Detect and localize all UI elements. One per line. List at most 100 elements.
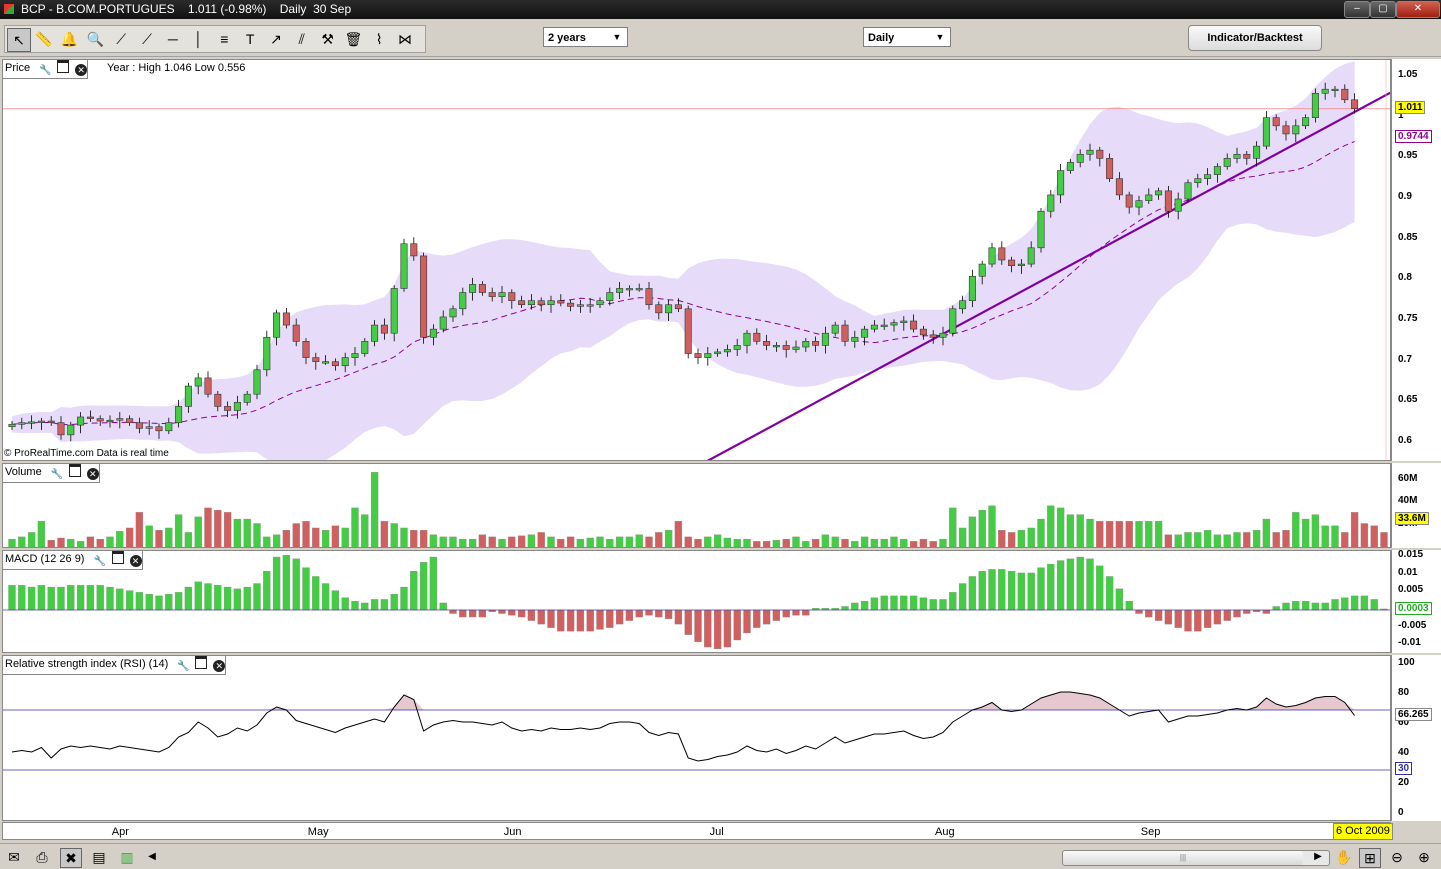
volume-bar	[615, 536, 624, 547]
wrench-icon[interactable]: 🔧	[51, 469, 63, 481]
volume-bar	[263, 536, 271, 547]
pattern-icon[interactable]: ⋈	[394, 28, 416, 50]
rsi-tick-label: 80	[1398, 687, 1410, 698]
candle	[253, 364, 261, 400]
volume-bar	[18, 536, 26, 547]
window-icon[interactable]	[195, 656, 208, 669]
interval-select[interactable]: Daily ▼	[863, 27, 951, 47]
text-icon[interactable]: T	[239, 28, 261, 50]
macd-bar	[723, 609, 732, 648]
macd-bar	[1145, 609, 1153, 618]
volume-bar	[27, 532, 36, 547]
wrench-icon[interactable]: 🔧	[94, 556, 106, 568]
macd-bar	[459, 609, 467, 618]
candle	[420, 252, 428, 344]
macd-panel[interactable]: MACD (12 26 9) 🔧 ✕	[2, 550, 1391, 653]
wrench-icon[interactable]: 🔧	[39, 65, 51, 77]
window-icon[interactable]	[68, 464, 81, 477]
macd-panel-header: MACD (12 26 9) 🔧 ✕	[3, 551, 143, 570]
volume-panel-header: Volume 🔧 ✕	[3, 464, 100, 483]
mail-icon[interactable]: ✉	[4, 848, 24, 866]
tools-icon[interactable]: ⚒	[317, 28, 339, 50]
volume-bar	[909, 541, 918, 547]
volume-bar	[1272, 532, 1280, 547]
macd-axis: 0.0150.010.0050-0.005-0.010.0003	[1391, 550, 1441, 653]
macd-bar	[1301, 601, 1310, 611]
crosshair-icon[interactable]: ✖	[60, 848, 82, 868]
ruler-icon[interactable]: 📏	[33, 28, 55, 50]
macd-bar	[929, 599, 937, 611]
minimize-button[interactable]: –	[1344, 1, 1370, 18]
scroll-left-icon[interactable]: ◀	[142, 848, 162, 866]
volume-bar	[645, 536, 653, 547]
macd-panel-title: MACD (12 26 9)	[5, 553, 85, 565]
volume-panel[interactable]: Volume 🔧 ✕	[2, 463, 1391, 548]
close-button[interactable]: ✕	[1396, 1, 1440, 18]
macd-bar	[949, 592, 957, 611]
rsi-panel[interactable]: Relative strength index (RSI) (14) 🔧 ✕	[2, 655, 1391, 821]
period-select[interactable]: 2 years ▼	[543, 27, 628, 47]
volume-bar	[204, 507, 212, 547]
macd-bar	[86, 585, 95, 611]
scrollbar-thumb[interactable]: |||	[1063, 851, 1303, 865]
macd-bar	[204, 583, 212, 611]
price-panel-header: Price 🔧 ✕	[3, 60, 89, 79]
volume-bar	[1380, 532, 1388, 547]
macd-bar	[890, 595, 898, 611]
fibonacci-icon[interactable]: ≡	[213, 28, 235, 50]
volume-bar	[351, 507, 359, 547]
volume-bar	[1007, 532, 1016, 547]
window-icon[interactable]	[111, 551, 124, 564]
close-icon[interactable]: ✕	[213, 660, 226, 672]
vertical-line-icon[interactable]: │	[188, 28, 210, 50]
macd-bar	[233, 588, 242, 611]
volume-tick-label: 60M	[1398, 473, 1418, 485]
close-icon[interactable]: ✕	[86, 468, 99, 480]
close-icon[interactable]: ✕	[129, 555, 142, 567]
indicator-icon[interactable]: ⌇	[368, 28, 390, 50]
hand-icon[interactable]: ✋	[1334, 848, 1354, 866]
trash-icon[interactable]: 🗑	[342, 28, 364, 50]
volume-bar	[1105, 521, 1114, 547]
volume-bar	[214, 509, 222, 547]
alert-bell-icon[interactable]: 🔔	[59, 28, 81, 50]
macd-bar	[1115, 588, 1124, 611]
maximize-button[interactable]: ▢	[1370, 1, 1396, 18]
macd-bar	[96, 585, 104, 611]
macd-bar	[37, 585, 46, 611]
macd-bar	[547, 609, 555, 628]
scroll-right-icon[interactable]: ▶	[1308, 848, 1328, 866]
wrench-icon[interactable]: 🔧	[177, 661, 189, 673]
line-icon[interactable]: ⟋	[136, 28, 158, 50]
horizontal-scrollbar[interactable]: |||	[1062, 850, 1330, 866]
trendline-icon[interactable]: ⟋	[110, 28, 132, 50]
zoom-out-icon[interactable]: ⊖	[1387, 848, 1407, 866]
export-icon[interactable]: ▤	[89, 848, 109, 866]
price-tick-label: 0.8	[1398, 272, 1412, 284]
channel-icon[interactable]: ⫽	[291, 28, 313, 50]
zoom-in-icon[interactable]: ⊕	[1414, 848, 1434, 866]
close-icon[interactable]: ✕	[75, 64, 88, 76]
macd-chart	[3, 555, 1390, 650]
price-panel[interactable]: Price 🔧 ✕	[2, 59, 1391, 461]
pointer-icon[interactable]: ↖	[7, 28, 31, 52]
arrow-icon[interactable]: ↗	[265, 28, 287, 50]
volume-bar	[155, 530, 163, 547]
macd-bar	[713, 609, 722, 650]
macd-bar	[1203, 609, 1212, 628]
print-icon[interactable]: ⎙	[32, 848, 52, 866]
zoom-icon[interactable]: 🔍	[84, 28, 106, 50]
window-icon[interactable]	[57, 60, 70, 73]
volume-bar	[272, 534, 281, 547]
macd-bar	[498, 609, 506, 614]
volume-chart	[8, 472, 1388, 547]
indicator-backtest-button[interactable]: Indicator/Backtest	[1188, 25, 1322, 51]
zoom-fit-icon[interactable]: ⊞	[1359, 848, 1381, 868]
macd-bar	[194, 581, 202, 611]
macd-bar	[792, 609, 800, 616]
macd-bar	[449, 609, 457, 614]
layout-icon[interactable]: ▥	[117, 848, 137, 866]
macd-bar	[851, 602, 859, 611]
volume-bar	[890, 536, 898, 547]
horizontal-line-icon[interactable]: ─	[162, 28, 184, 50]
